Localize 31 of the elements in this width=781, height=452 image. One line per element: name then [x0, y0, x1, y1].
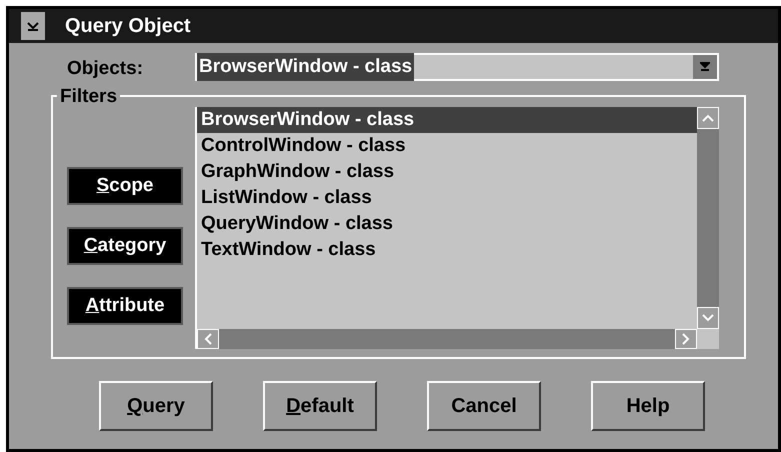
- filter-button[interactable]: Scope: [67, 167, 183, 205]
- list-item[interactable]: TextWindow - class: [197, 237, 697, 263]
- dialog-button[interactable]: Help: [591, 381, 705, 431]
- objects-label: Objects:: [67, 57, 144, 81]
- filter-button[interactable]: Category: [67, 227, 183, 265]
- dropdown-button[interactable]: [693, 55, 717, 79]
- scroll-down-button[interactable]: [697, 307, 719, 329]
- dialog-button[interactable]: Query: [99, 381, 213, 431]
- list-item[interactable]: QueryWindow - class: [197, 211, 697, 237]
- list-item[interactable]: GraphWindow - class: [197, 159, 697, 185]
- dialog-button[interactable]: Cancel: [427, 381, 541, 431]
- dropdown-icon: [700, 61, 710, 73]
- objects-combo-field[interactable]: BrowserWindow - class: [195, 53, 719, 81]
- chevron-right-icon: [682, 333, 690, 345]
- horizontal-scrollbar[interactable]: [197, 329, 697, 349]
- list-item[interactable]: ListWindow - class: [197, 185, 697, 211]
- objects-list[interactable]: BrowserWindow - class ControlWindow - class GraphWindow - class ListWindow - class QueryWindow - class TextWindow - class: [195, 107, 719, 349]
- chevron-up-icon: [702, 114, 714, 122]
- vertical-scrollbar[interactable]: [697, 107, 719, 329]
- window-title: Query Object: [65, 14, 191, 39]
- list-item[interactable]: BrowserWindow - class: [197, 107, 697, 133]
- scroll-up-button[interactable]: [697, 107, 719, 129]
- chevron-down-icon: [702, 314, 714, 322]
- dialog-button[interactable]: Default: [263, 381, 377, 431]
- system-menu-icon[interactable]: [21, 12, 45, 40]
- list-item[interactable]: ControlWindow - class: [197, 133, 697, 159]
- combo-value: BrowserWindow - class: [197, 52, 414, 82]
- scroll-left-button[interactable]: [197, 329, 219, 349]
- chevron-left-icon: [204, 333, 212, 345]
- scroll-right-button[interactable]: [675, 329, 697, 349]
- filter-button[interactable]: Attribute: [67, 287, 183, 325]
